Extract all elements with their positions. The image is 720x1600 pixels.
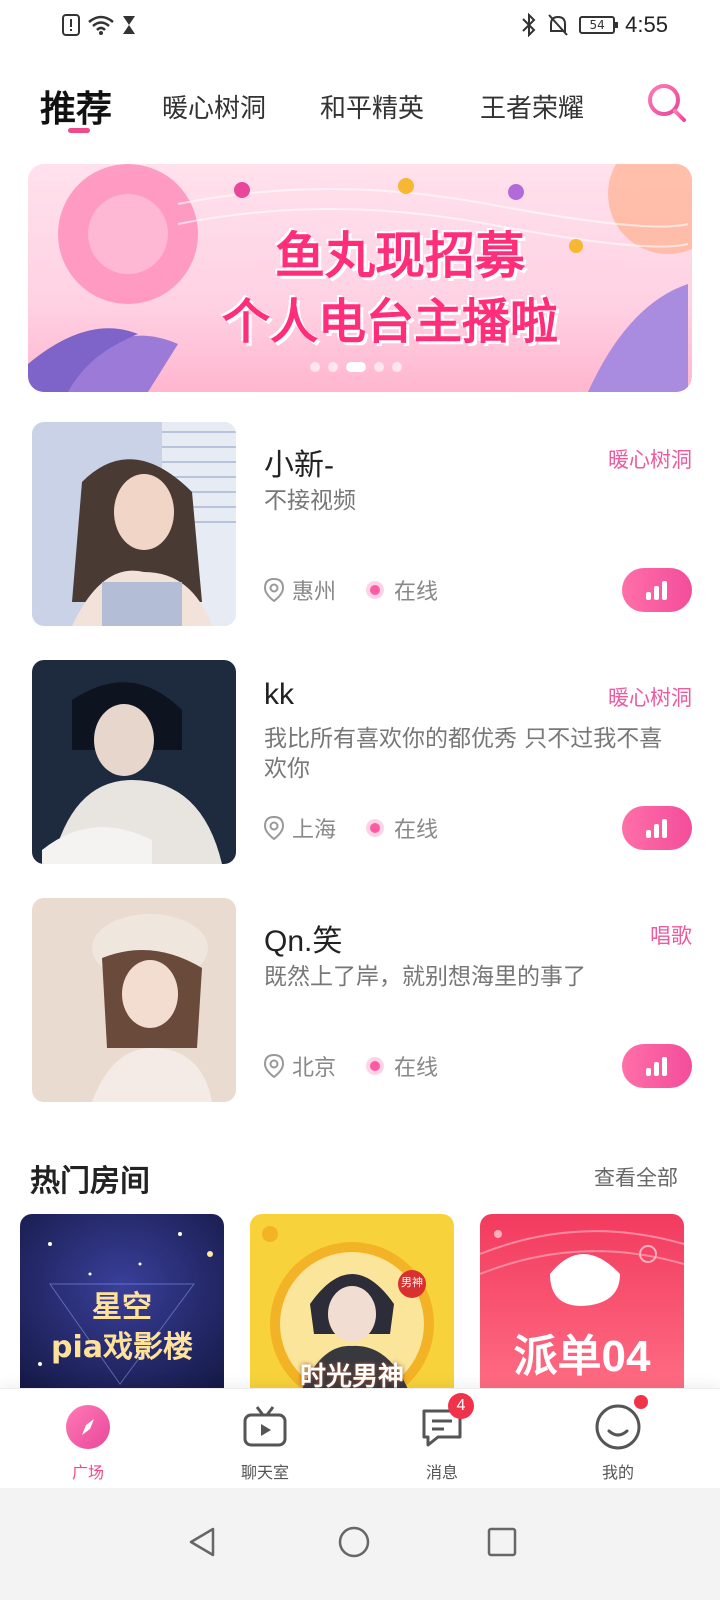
system-navigation-bar bbox=[0, 1488, 720, 1600]
user-category-tag: 暖心树洞 bbox=[608, 686, 692, 710]
online-status: 在线 bbox=[366, 812, 438, 844]
user-category-tag: 暖心树洞 bbox=[608, 448, 692, 472]
audio-bars-icon bbox=[646, 1057, 667, 1076]
page-dot bbox=[328, 362, 338, 372]
user-bio: 既然上了岸，就别想海里的事了 bbox=[264, 964, 586, 990]
category-tabs: 推荐 暖心树洞 和平精英 王者荣耀 bbox=[40, 78, 690, 138]
user-bio: 我比所有喜欢你的都优秀 只不过我不喜欢你 bbox=[264, 726, 663, 782]
status-icons-left bbox=[62, 14, 136, 36]
user-name: 小新- bbox=[264, 449, 334, 482]
user-card[interactable]: Qn.笑 唱歌 既然上了岸，就别想海里的事了 北京 在线 bbox=[32, 898, 692, 1102]
online-status-text: 在线 bbox=[394, 580, 439, 605]
nav-profile[interactable]: 我的 bbox=[558, 1395, 678, 1483]
audio-bars-icon bbox=[646, 819, 667, 838]
alert-icon bbox=[62, 14, 80, 36]
notification-dot bbox=[634, 1395, 648, 1409]
nav-label: 消息 bbox=[425, 1463, 458, 1482]
user-category-tag: 唱歌 bbox=[650, 924, 692, 948]
nav-square[interactable]: 广场 bbox=[28, 1403, 148, 1483]
back-button[interactable] bbox=[172, 1512, 232, 1572]
promo-banner[interactable]: 鱼丸现招募 个人电台主播啦 bbox=[28, 164, 692, 392]
status-icons-right: 54 4:55 bbox=[521, 12, 668, 38]
banner-subheadline: 个人电台主播啦 bbox=[221, 294, 558, 350]
room-title: 派单04 bbox=[513, 1332, 651, 1381]
audio-bars-icon bbox=[646, 581, 667, 600]
online-dot-icon bbox=[366, 819, 384, 837]
back-triangle-icon bbox=[189, 1527, 215, 1557]
user-location: 上海 bbox=[264, 812, 336, 844]
location-text: 惠州 bbox=[292, 580, 337, 605]
page-dot bbox=[374, 362, 384, 372]
tab-peace-elite[interactable]: 和平精英 bbox=[320, 88, 424, 125]
user-location: 北京 bbox=[264, 1050, 336, 1082]
online-status-text: 在线 bbox=[394, 1056, 439, 1081]
battery-indicator: 54 bbox=[579, 16, 619, 34]
tv-icon bbox=[241, 1403, 289, 1451]
nav-chatroom[interactable]: 聊天室 bbox=[205, 1403, 325, 1483]
nav-label: 我的 bbox=[601, 1463, 634, 1482]
user-card[interactable]: kk 暖心树洞 我比所有喜欢你的都优秀 只不过我不喜欢你 上海 在线 bbox=[32, 660, 692, 864]
active-tab-indicator bbox=[68, 128, 90, 133]
location-pin-icon bbox=[264, 1054, 284, 1078]
hourglass-icon bbox=[123, 16, 135, 34]
user-bio: 不接视频 bbox=[264, 488, 356, 514]
home-circle-icon bbox=[338, 1526, 370, 1558]
message-icon: 4 bbox=[418, 1393, 474, 1451]
voice-call-button[interactable] bbox=[622, 806, 692, 850]
recents-button[interactable] bbox=[472, 1512, 532, 1572]
bottom-navigation: 广场 聊天室 4 消息 我的 bbox=[0, 1388, 720, 1488]
tab-warm-tree-hole[interactable]: 暖心树洞 bbox=[162, 88, 266, 125]
tab-recommend[interactable]: 推荐 bbox=[40, 80, 112, 132]
banner-pagination bbox=[310, 362, 402, 372]
bell-off-icon bbox=[548, 14, 568, 36]
nav-label: 聊天室 bbox=[240, 1463, 289, 1482]
user-location: 惠州 bbox=[264, 574, 336, 606]
online-dot-icon bbox=[366, 1057, 384, 1075]
status-bar: 54 4:55 bbox=[0, 0, 720, 52]
user-name: Qn.笑 bbox=[264, 925, 343, 958]
voice-call-button[interactable] bbox=[622, 568, 692, 612]
room-card-heartthrob[interactable]: 时光男神 男神 bbox=[250, 1214, 454, 1394]
room-card-dispatch[interactable]: 派单04 bbox=[480, 1214, 684, 1394]
room-card-starry[interactable]: 星空 pia戏影楼 bbox=[20, 1214, 224, 1394]
online-status: 在线 bbox=[366, 1050, 438, 1082]
location-text: 北京 bbox=[292, 1056, 337, 1081]
online-status-text: 在线 bbox=[394, 818, 439, 843]
location-pin-icon bbox=[264, 578, 284, 602]
tab-honor-of-kings[interactable]: 王者荣耀 bbox=[480, 88, 584, 125]
nav-label: 广场 bbox=[71, 1463, 104, 1482]
hot-rooms-heading: 热门房间 bbox=[30, 1164, 150, 1199]
user-avatar[interactable] bbox=[32, 422, 236, 626]
unread-badge: 4 bbox=[448, 1393, 474, 1419]
location-text: 上海 bbox=[292, 818, 337, 843]
bluetooth-icon bbox=[522, 13, 536, 37]
banner-headline: 鱼丸现招募 bbox=[275, 227, 525, 285]
online-status: 在线 bbox=[366, 574, 438, 606]
user-name: kk bbox=[264, 678, 294, 711]
room-badge: 男神 bbox=[401, 1276, 423, 1289]
user-card[interactable]: 小新- 暖心树洞 不接视频 惠州 在线 bbox=[32, 422, 692, 626]
voice-call-button[interactable] bbox=[622, 1044, 692, 1088]
compass-icon bbox=[64, 1403, 112, 1451]
clock: 4:55 bbox=[625, 12, 668, 37]
smile-icon bbox=[594, 1395, 648, 1451]
room-title-line1: 星空 bbox=[92, 1290, 152, 1325]
online-dot-icon bbox=[366, 581, 384, 599]
wifi-icon bbox=[88, 15, 114, 35]
page-dot-active bbox=[346, 362, 366, 372]
user-avatar[interactable] bbox=[32, 660, 236, 864]
search-icon[interactable] bbox=[644, 80, 690, 126]
home-button[interactable] bbox=[324, 1512, 384, 1572]
nav-messages[interactable]: 4 消息 bbox=[382, 1393, 502, 1483]
user-avatar[interactable] bbox=[32, 898, 236, 1102]
page-dot bbox=[310, 362, 320, 372]
recents-square-icon bbox=[487, 1527, 517, 1557]
page-dot bbox=[392, 362, 402, 372]
location-pin-icon bbox=[264, 816, 284, 840]
room-title-line2: pia戏影楼 bbox=[50, 1330, 193, 1365]
view-all-link[interactable]: 查看全部 bbox=[594, 1162, 678, 1192]
